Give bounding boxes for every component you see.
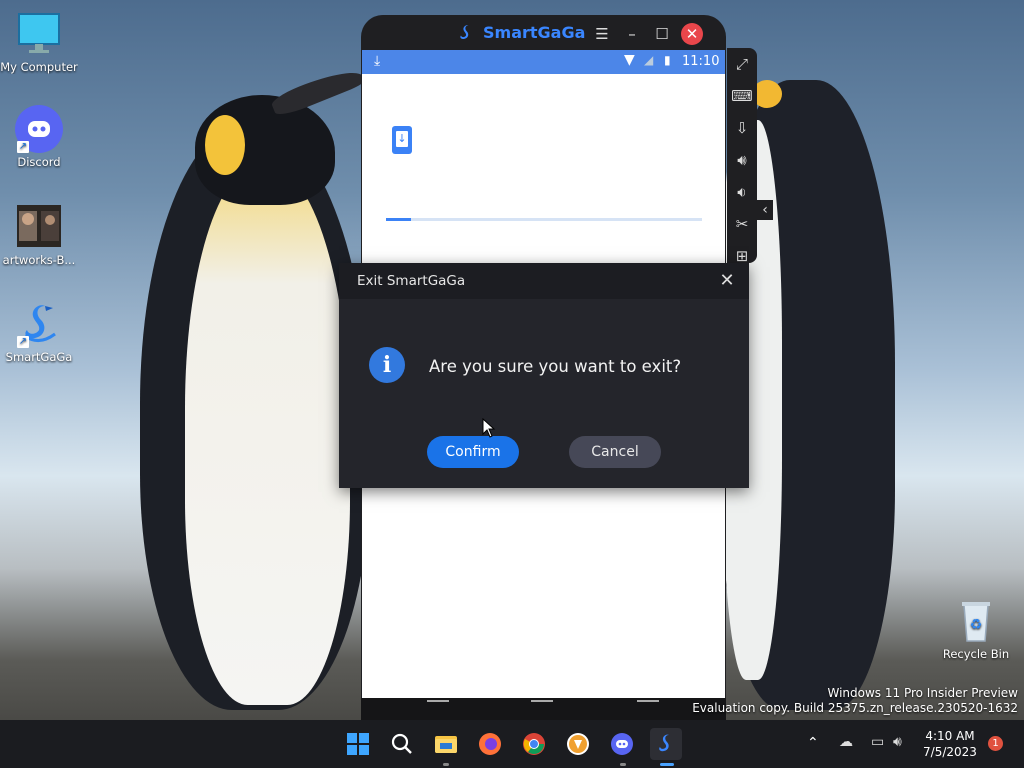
emulator-title-bar[interactable]: SmartGaGa ☰ – ☐ ✕ — [361, 15, 726, 51]
desktop-icon-label: artworks-B... — [2, 253, 76, 267]
wallpaper-penguin-left-belly — [185, 165, 350, 705]
desktop-icon-recycle-bin[interactable]: ♻ Recycle Bin — [937, 597, 1015, 661]
menu-icon[interactable]: ☰ — [591, 23, 613, 45]
dialog-message: Are you sure you want to exit? — [429, 357, 682, 376]
status-time: 11:10 — [682, 54, 720, 69]
fullscreen-icon[interactable]: ⤢ — [727, 48, 757, 80]
desktop-icon-label: SmartGaGa — [5, 350, 73, 364]
running-indicator — [443, 763, 449, 766]
chevron-up-icon[interactable]: ⌃ — [807, 735, 819, 751]
wallpaper-penguin-left-patch — [205, 115, 245, 175]
mouse-cursor-icon — [482, 418, 496, 438]
running-indicator — [620, 763, 626, 766]
android-nav-bar — [361, 698, 726, 721]
close-icon[interactable]: ✕ — [681, 23, 703, 45]
download-progress-bar — [386, 218, 702, 221]
android-status-bar: ⤓ ▼ ◢ ▮ 11:10 — [362, 50, 725, 74]
desktop-icon-label: Discord — [17, 155, 61, 169]
emulator-side-toolbar: ⤢ ⌨ ⇩ 🔊︎ 🔉︎ ✂ ⊞ — [727, 48, 757, 265]
minimize-icon[interactable]: – — [621, 23, 643, 45]
notification-badge[interactable]: 1 — [988, 736, 1003, 751]
discord-icon: ↗ — [15, 105, 63, 153]
recents-icon[interactable] — [637, 700, 659, 712]
desktop-icon-my-computer[interactable]: My Computer — [0, 10, 78, 74]
close-icon[interactable]: ✕ — [715, 269, 739, 293]
desktop-icon-discord[interactable]: ↗ Discord — [0, 105, 78, 169]
shortcut-arrow-icon: ↗ — [17, 141, 29, 153]
onedrive-offline-icon[interactable]: ☁ — [839, 734, 853, 750]
desktop-icon-label: My Computer — [0, 60, 78, 74]
clock[interactable]: 4:10 AM 7/5/2023 — [920, 728, 980, 760]
windows-watermark: Windows 11 Pro Insider Preview Evaluatio… — [692, 686, 1018, 716]
brave-icon[interactable] — [562, 728, 594, 760]
volume-icon[interactable]: 🔊︎ — [893, 734, 902, 750]
svg-text:♻: ♻ — [970, 617, 983, 633]
confirm-button[interactable]: Confirm — [427, 436, 519, 468]
smartgaga-swan-icon — [456, 23, 476, 43]
watermark-line1: Windows 11 Pro Insider Preview — [827, 686, 1018, 700]
image-thumbnail-icon — [15, 203, 63, 251]
download-progress-fill — [386, 218, 412, 221]
maximize-icon[interactable]: ☐ — [651, 23, 673, 45]
recycle-bin-icon: ♻ — [952, 597, 1000, 645]
smartgaga-icon[interactable] — [650, 728, 682, 760]
shortcut-arrow-icon: ↗ — [17, 336, 29, 348]
file-explorer-icon[interactable] — [430, 728, 462, 760]
info-icon: i — [369, 347, 405, 383]
clock-date: 7/5/2023 — [923, 745, 977, 759]
collapse-toolbar-chevron-icon[interactable]: ‹ — [757, 200, 773, 220]
monitor-icon — [15, 10, 63, 58]
chrome-icon[interactable] — [518, 728, 550, 760]
desktop-icon-label: Recycle Bin — [942, 647, 1010, 661]
emulator-brand: SmartGaGa — [483, 23, 586, 42]
wifi-icon: ▼ — [624, 52, 635, 68]
install-apk-icon[interactable]: ⇩ — [727, 112, 757, 144]
watermark-line2: Evaluation copy. Build 25375.zn_release.… — [692, 701, 1018, 715]
home-icon[interactable] — [531, 700, 553, 712]
back-icon[interactable] — [427, 700, 449, 712]
desktop-icon-smartgaga[interactable]: ↗ SmartGaGa — [0, 300, 78, 364]
start-icon[interactable] — [342, 728, 374, 760]
volume-up-icon[interactable]: 🔊︎ — [727, 144, 757, 176]
cancel-button[interactable]: Cancel — [569, 436, 661, 468]
network-icon[interactable]: ▭ — [871, 734, 884, 750]
taskbar: ⌃ ☁ ▭ 🔊︎ 4:10 AM 7/5/2023 1 — [0, 720, 1024, 768]
clock-time: 4:10 AM — [925, 729, 975, 743]
keyboard-icon[interactable]: ⌨ — [727, 80, 757, 112]
download-arrow-icon: ⤓ — [374, 53, 381, 69]
desktop-icon-artworks[interactable]: artworks-B... — [0, 203, 78, 267]
signal-icon: ◢ — [644, 53, 654, 67]
search-icon[interactable] — [386, 728, 418, 760]
volume-down-icon[interactable]: 🔉︎ — [727, 176, 757, 208]
battery-icon: ▮ — [664, 53, 671, 67]
discord-icon[interactable] — [606, 728, 638, 760]
wallpaper-penguin-left-beak — [269, 63, 366, 119]
smartgaga-swan-icon: ↗ — [15, 300, 63, 348]
firefox-icon[interactable] — [474, 728, 506, 760]
active-indicator — [660, 763, 674, 766]
dialog-header: Exit SmartGaGa ✕ — [339, 263, 749, 299]
download-app-icon: ↓ — [392, 126, 412, 154]
dialog-title: Exit SmartGaGa — [357, 273, 466, 289]
screenshot-scissors-icon[interactable]: ✂ — [727, 208, 757, 240]
exit-dialog: Exit SmartGaGa ✕ i Are you sure you want… — [339, 263, 749, 488]
